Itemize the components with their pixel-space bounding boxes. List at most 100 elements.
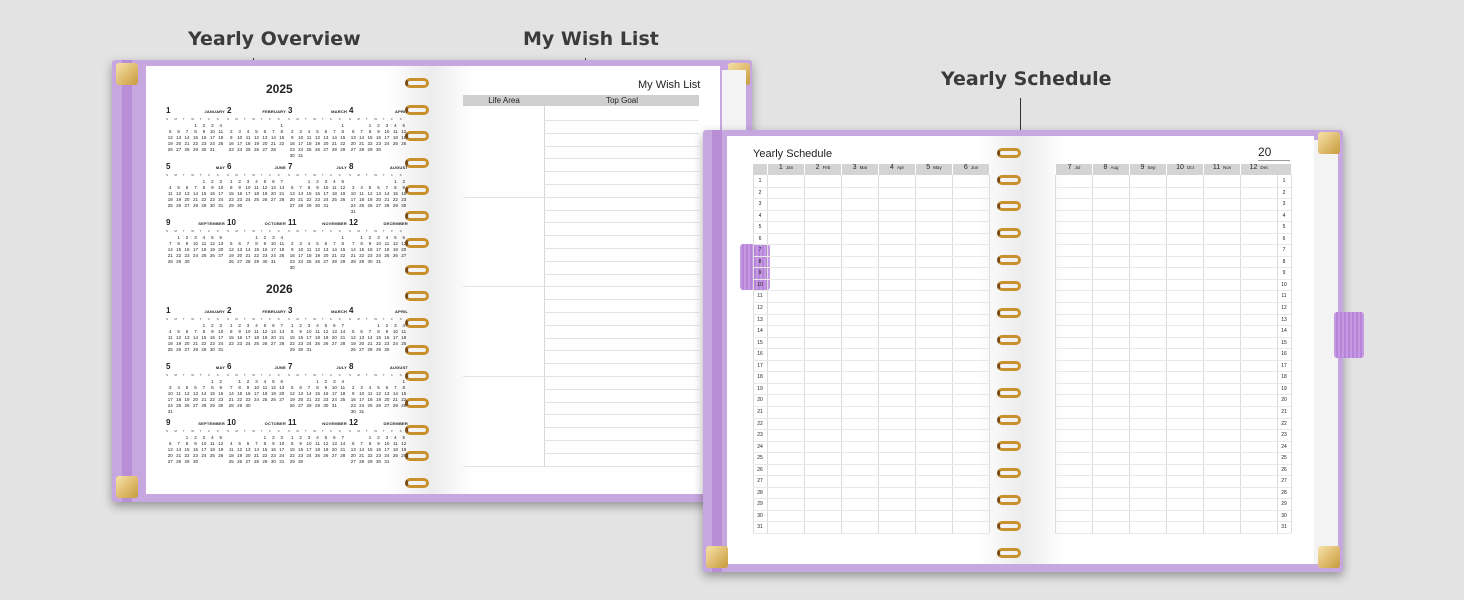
calendar-day: 13 — [218, 241, 224, 246]
calendar-day: 3 — [307, 323, 311, 328]
grid-column-line — [952, 175, 953, 533]
calendar-day: 23 — [228, 147, 234, 152]
month-number: 6 — [227, 362, 232, 371]
calendar-day: 16 — [218, 391, 224, 396]
calendar-day: 12 — [350, 335, 356, 340]
calendar-day: 14 — [359, 447, 365, 452]
spiral-ring — [405, 291, 429, 302]
calendar-day: 6 — [299, 385, 302, 390]
calendar-day: 28 — [306, 403, 312, 408]
weekday-label: F — [208, 429, 210, 433]
calendar-day: 27 — [323, 147, 329, 152]
calendar-day: 23 — [375, 141, 381, 146]
weekday-label: W — [313, 429, 317, 433]
calendar-day: 27 — [279, 397, 285, 402]
calendar-day: 29 — [184, 459, 190, 464]
calendar-day: 28 — [384, 203, 390, 208]
grid-row-line — [1055, 463, 1291, 465]
calendar-day: 13 — [331, 329, 337, 334]
weekday-label: W — [313, 317, 317, 321]
calendar-day: 19 — [262, 335, 268, 340]
spiral-ring — [405, 371, 429, 382]
month-number: 12 — [1249, 164, 1258, 171]
calendar-day: 14 — [298, 191, 304, 196]
calendar-day: 6 — [185, 185, 189, 190]
month-number: 3 — [852, 164, 857, 171]
calendar-day: 8 — [177, 241, 180, 246]
calendar-day: 10 — [209, 129, 215, 134]
day-number: 4 — [1282, 212, 1286, 219]
calendar-day: 20 — [184, 197, 190, 202]
month-number: 9 — [1140, 164, 1145, 171]
calendar-day: 14 — [192, 335, 198, 340]
calendar-day: 1 — [202, 179, 206, 184]
cover-corner-br-2 — [1318, 546, 1340, 568]
calendar-day: 9 — [385, 329, 389, 334]
bookmark-tab-right[interactable] — [1334, 312, 1364, 358]
month-name: FEBRUARY — [262, 309, 286, 314]
weekday-label: S — [349, 429, 352, 433]
weekday-label: F — [330, 173, 332, 177]
calendar-day: 22 — [367, 453, 373, 458]
calendar-day: 12 — [270, 385, 276, 390]
calendar-day: 22 — [228, 197, 234, 202]
calendar-day: 22 — [375, 341, 381, 346]
month-calendar: 6 JUNE S M T W T F S 1 2 3 4 5 6 7 8 9 10 11 12 13 14 15 16 17 18 1… — [227, 162, 286, 212]
calendar-day: 21 — [245, 253, 251, 258]
calendar-day: 16 — [323, 391, 329, 396]
calendar-day: 12 — [392, 241, 398, 246]
wishlist-row-line — [544, 350, 699, 352]
weekday-label: T — [243, 373, 246, 377]
calendar-day: 20 — [298, 397, 304, 402]
weekday-label: S — [166, 317, 169, 321]
calendar-day: 28 — [279, 197, 285, 202]
calendar-day: 6 — [194, 385, 197, 390]
calendar-day: 25 — [279, 253, 285, 258]
calendar-day: 3 — [255, 379, 258, 384]
calendar-day: 8 — [280, 129, 284, 134]
calendar-day: 26 — [392, 253, 398, 258]
calendar-day: 14 — [306, 391, 312, 396]
calendar-day: 11 — [315, 329, 320, 334]
cover-corner-bl-2 — [706, 546, 728, 568]
calendar-day: 7 — [255, 441, 258, 446]
calendar-day: 9 — [229, 135, 233, 140]
calendar-day: 26 — [270, 397, 276, 402]
calendar-day: 25 — [367, 403, 373, 408]
grid-column-line — [878, 175, 879, 533]
grid-row-line — [1055, 405, 1291, 407]
day-number: 2 — [1282, 189, 1286, 196]
calendar-day: 9 — [324, 385, 328, 390]
callout-yearly-overview: Yearly Overview — [188, 28, 361, 50]
weekday-label: F — [391, 373, 393, 377]
calendar-day: 30 — [375, 459, 381, 464]
weekday-label: T — [321, 429, 324, 433]
calendar-day: 17 — [279, 447, 285, 452]
calendar-day: 14 — [340, 441, 346, 446]
weekday-label: T — [365, 229, 368, 233]
calendar-day: 19 — [367, 197, 373, 202]
calendar-day: 5 — [341, 179, 345, 184]
col-top-goal: Top Goal — [605, 96, 639, 105]
calendar-day: 9 — [351, 391, 355, 396]
calendar-day: 25 — [262, 397, 268, 402]
spiral-ring — [405, 157, 429, 168]
calendar-day: 11 — [262, 385, 268, 390]
calendar-day: 26 — [262, 341, 268, 346]
calendar-day: 19 — [323, 335, 329, 340]
calendar-day: 8 — [360, 241, 363, 246]
spiral-ring — [405, 184, 429, 195]
calendar-day: 12 — [323, 329, 329, 334]
calendar-day: 30 — [245, 403, 251, 408]
calendar-day: 30 — [218, 403, 224, 408]
calendar-day: 5 — [238, 441, 241, 446]
day-number: 27 — [757, 478, 763, 485]
day-number: 3 — [1282, 201, 1286, 208]
month-number: 10 — [1176, 164, 1184, 171]
calendar-day: 23 — [262, 253, 268, 258]
calendar-day: 10 — [298, 135, 304, 140]
calendar-day: 14 — [279, 185, 285, 190]
month-name: SEPTEMBER — [198, 221, 225, 226]
grid-row-line — [753, 429, 989, 431]
wishlist-row-line — [544, 145, 699, 147]
